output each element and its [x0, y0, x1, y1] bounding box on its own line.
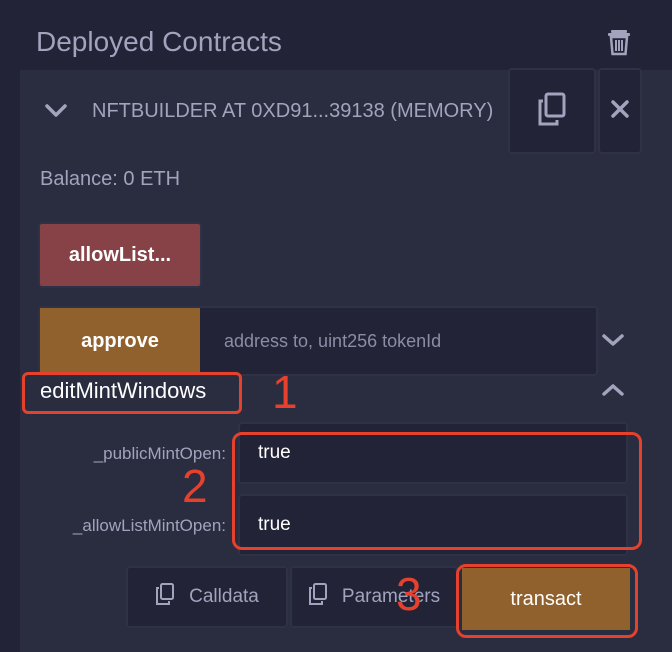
allowlist-function-button[interactable]: allowList... [38, 222, 202, 288]
copy-address-button[interactable] [508, 68, 596, 154]
contract-balance: Balance: 0 ETH [40, 168, 181, 190]
annotation-box-step-3 [456, 564, 638, 638]
allowlist-mint-open-label: _allowListMintOpen: [72, 516, 226, 535]
calldata-button[interactable]: Calldata [126, 566, 288, 628]
chevron-down-icon[interactable] [44, 98, 68, 122]
copy-icon [155, 583, 175, 611]
annotation-number-3: 3 [396, 568, 422, 620]
annotation-box-step-1 [22, 372, 242, 414]
parameters-button[interactable]: Parameters [290, 566, 458, 628]
annotation-number-1: 1 [272, 366, 298, 418]
close-icon [611, 99, 629, 123]
chevron-down-icon[interactable] [600, 328, 626, 352]
annotation-number-2: 2 [182, 460, 208, 512]
trash-icon[interactable] [606, 28, 632, 56]
copy-icon [537, 92, 567, 131]
contract-name[interactable]: NFTBUILDER AT 0XD91...39138 (MEMORY) [92, 94, 516, 128]
remove-contract-button[interactable] [598, 68, 642, 154]
copy-icon [308, 583, 328, 611]
approve-function-button[interactable]: approve [40, 308, 200, 374]
calldata-label: Calldata [189, 586, 259, 607]
chevron-up-icon[interactable] [600, 378, 626, 402]
parameters-label: Parameters [341, 586, 441, 607]
approve-args-input[interactable]: address to, uint256 tokenId [224, 328, 441, 354]
page-title: Deployed Contracts [36, 26, 282, 57]
annotation-box-step-2 [232, 432, 642, 550]
